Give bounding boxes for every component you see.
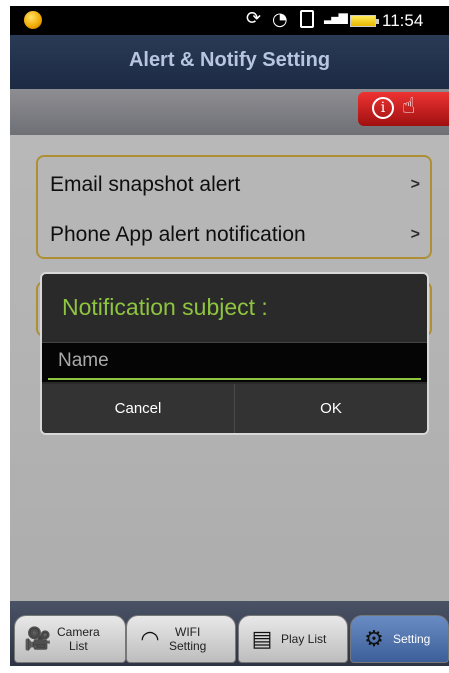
signal-icon: ▂▄▆ (324, 10, 348, 24)
person-help-icon: ☝ (402, 94, 416, 119)
gear-icon: ⚙ (364, 626, 384, 652)
tab-camera-list[interactable]: 🎥 Camera List (14, 615, 126, 663)
wifi-icon: ◠ (140, 626, 160, 652)
tab-label: Camera (57, 625, 100, 639)
notification-subject-dialog: Notification subject : Cancel OK (40, 272, 429, 435)
camera-icon: 🎥 (24, 626, 52, 652)
sync-icon: ⟳ (246, 8, 262, 29)
bottom-navigation: 🎥 Camera List ◠ WIFI Setting ▤ Play List… (10, 601, 449, 666)
app-notification-icon (24, 11, 42, 29)
dialog-title: Notification subject : (62, 294, 268, 320)
name-field-container (42, 342, 427, 382)
tab-label: List (69, 639, 88, 653)
dialog-buttons: Cancel OK (42, 384, 427, 433)
tab-label: Play List (281, 632, 327, 646)
status-time: 11:54 (382, 11, 424, 30)
wifi-status-icon: ◔ (272, 9, 288, 30)
battery-icon (350, 15, 379, 27)
input-underline (48, 378, 421, 380)
info-icon: i (372, 97, 394, 119)
name-input[interactable] (48, 343, 418, 379)
tab-label: WIFI (175, 625, 201, 639)
tab-wifi-setting[interactable]: ◠ WIFI Setting (126, 615, 236, 663)
tab-label: Setting (169, 639, 207, 653)
cancel-button[interactable]: Cancel (42, 384, 234, 433)
ok-button[interactable]: OK (234, 384, 427, 433)
sd-card-icon: ▤ (251, 626, 273, 652)
tab-setting[interactable]: ⚙ Setting (350, 615, 449, 663)
app-screen: ⟳ ◔ ▂▄▆ 11:54 Alert & Notify Setting i ☝… (10, 6, 449, 666)
help-button[interactable]: i ☝ (358, 92, 449, 126)
page-title: Alert & Notify Setting (128, 49, 331, 71)
status-bar: ⟳ ◔ ▂▄▆ 11:54 (10, 6, 449, 35)
tab-play-list[interactable]: ▤ Play List (238, 615, 348, 663)
sd-card-status-icon (300, 10, 314, 28)
tab-label: Setting (393, 632, 431, 646)
app-header: Alert & Notify Setting (10, 35, 449, 89)
